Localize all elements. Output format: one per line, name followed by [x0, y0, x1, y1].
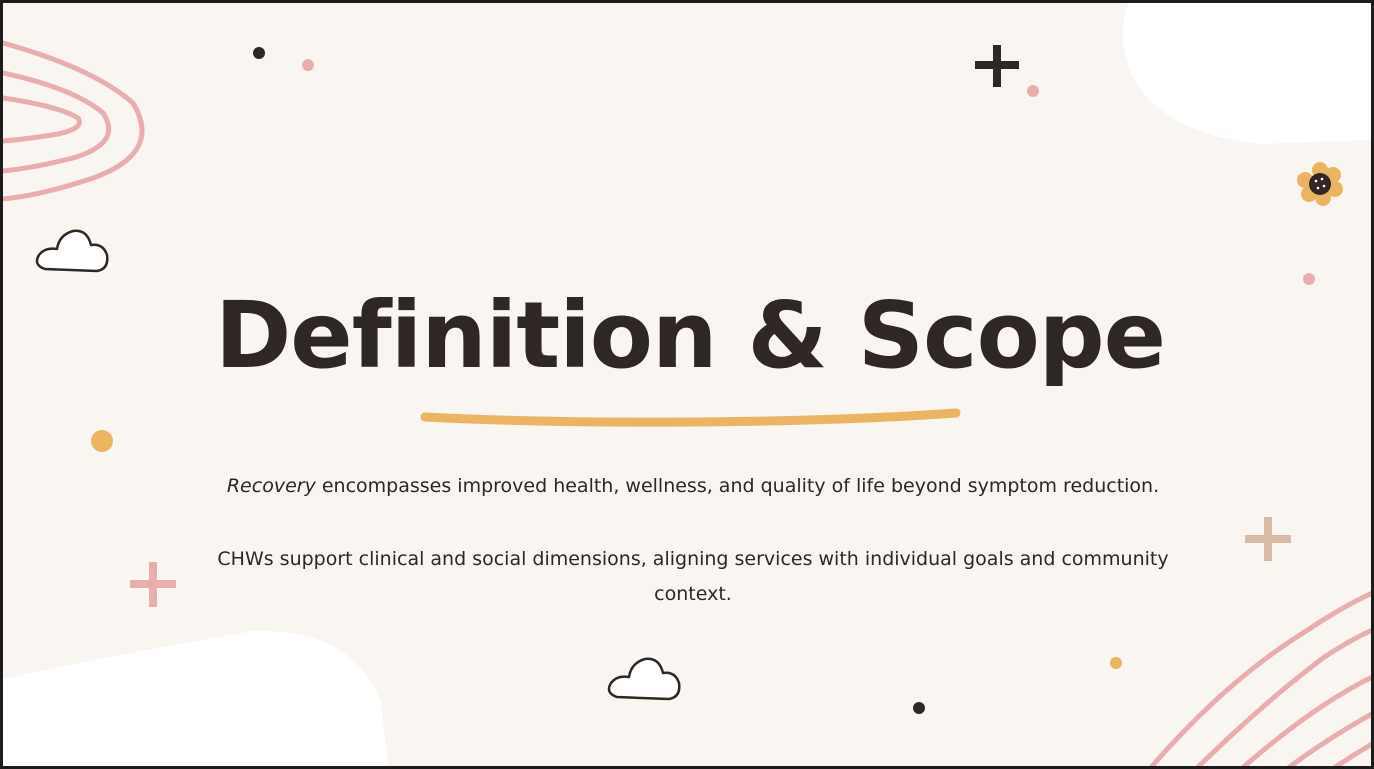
cloud-icon [607, 657, 681, 701]
body-paragraph-recovery: Recovery encompasses improved health, we… [203, 469, 1183, 504]
white-blob-top-right [1123, 3, 1371, 144]
plus-icon [130, 562, 176, 607]
dot [91, 430, 113, 452]
dot [913, 702, 925, 714]
white-blob-bottom-left [3, 630, 389, 766]
slide: Definition & Scope Recovery encompasses … [0, 0, 1374, 769]
dot [302, 59, 314, 71]
paragraph-text: encompasses improved health, wellness, a… [315, 475, 1160, 497]
dot [1027, 85, 1039, 97]
curved-lines-top-left [3, 40, 145, 202]
cloud-icon [35, 229, 109, 273]
curved-lines-bottom-right [1148, 590, 1371, 766]
emphasis-text: Recovery [226, 475, 316, 497]
plus-icon [975, 45, 1019, 87]
title-underline [420, 408, 961, 427]
dot [253, 47, 265, 59]
body-paragraph-chws: CHWs support clinical and social dimensi… [217, 548, 1169, 605]
dot [1110, 657, 1122, 669]
flower-icon [1297, 162, 1343, 206]
slide-title: Definition & Scope [214, 282, 1166, 389]
plus-icon [1245, 517, 1291, 561]
